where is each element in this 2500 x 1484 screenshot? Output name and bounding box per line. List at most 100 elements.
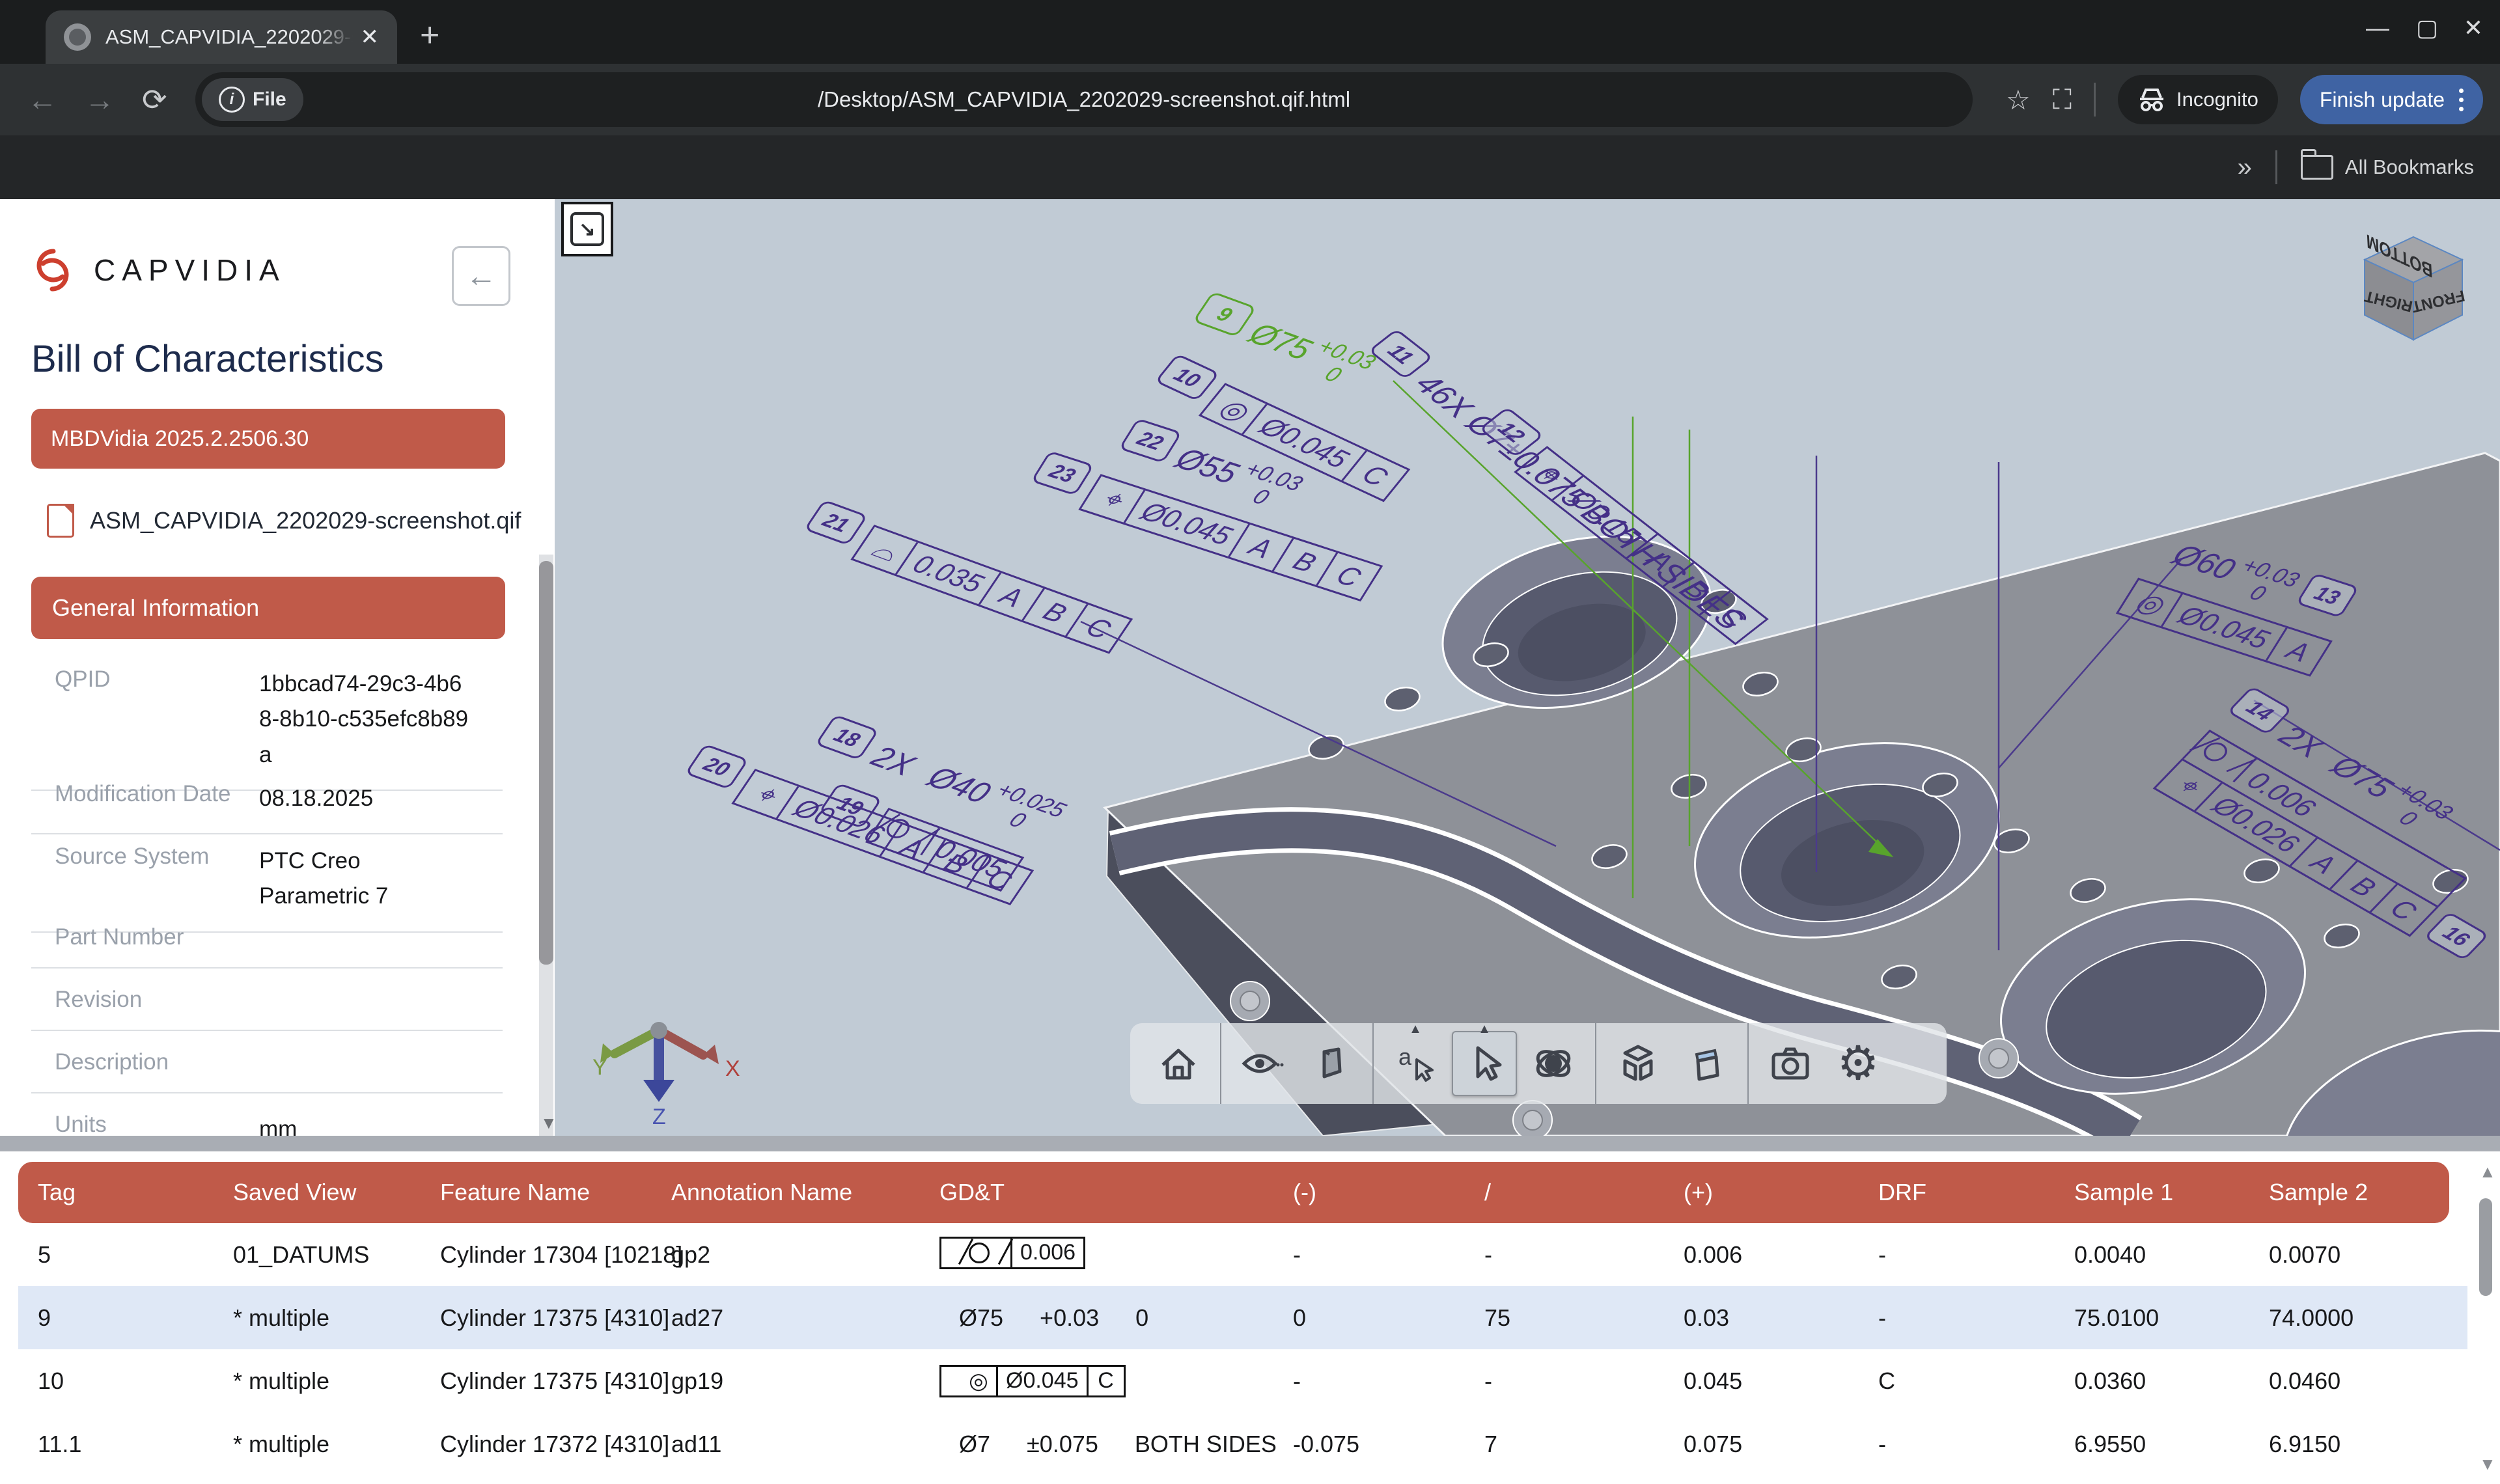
col-header-gdt[interactable]: GD&T	[920, 1179, 1273, 1206]
address-bar[interactable]: i File /Desktop/ASM_CAPVIDIA_2202029-scr…	[195, 72, 1973, 127]
col-header-saved-view[interactable]: Saved View	[214, 1179, 421, 1206]
general-information-header[interactable]: General Information	[31, 577, 505, 639]
home-view-button[interactable]	[1147, 1032, 1210, 1095]
orbit-button[interactable]	[1522, 1032, 1585, 1095]
select-cursor-icon	[1464, 1043, 1505, 1084]
new-tab-button[interactable]: +	[420, 18, 439, 52]
bookmarks-divider	[2275, 150, 2277, 184]
col-header-sample1[interactable]: Sample 1	[2055, 1179, 2249, 1206]
field-value	[259, 1032, 503, 1092]
table-vertical-scrollbar[interactable]: ▲ ▼	[2477, 1162, 2496, 1474]
col-header-tag[interactable]: Tag	[18, 1179, 214, 1206]
table-row[interactable]: 11.1 * multiple Cylinder 17372 [4310] ad…	[18, 1412, 2467, 1476]
browser-tabstrip: ASM_CAPVIDIA_2202029-scree ✕ + — ▢ ✕	[0, 0, 2500, 64]
render-mode-button[interactable]	[1299, 1032, 1362, 1095]
info-icon: i	[219, 87, 245, 113]
col-header-plus[interactable]: (+)	[1664, 1179, 1859, 1206]
select-cursor-button[interactable]: ▲	[1452, 1031, 1517, 1096]
tab-favicon-globe-icon	[64, 23, 91, 51]
brand-name: CAPVIDIA	[94, 253, 286, 288]
folder-icon	[2301, 155, 2333, 180]
table-row[interactable]: 5 01_DATUMS Cylinder 17304 [10218] gp2 0…	[18, 1223, 2467, 1287]
col-header-minus[interactable]: (-)	[1273, 1179, 1465, 1206]
field-value	[259, 907, 503, 967]
orbit-icon	[1531, 1043, 1576, 1084]
back-button-icon[interactable]: ←	[27, 82, 57, 117]
table-header-row: Tag Saved View Feature Name Annotation N…	[18, 1162, 2449, 1223]
resize-arrow-icon: ↘	[570, 212, 604, 246]
reload-button-icon[interactable]: ⟳	[142, 82, 167, 117]
gear-icon: ⚙	[1837, 1040, 1880, 1087]
incognito-badge: Incognito	[2118, 75, 2278, 124]
bookmarks-bar: » All Bookmarks	[0, 135, 2500, 199]
col-header-annotation-name[interactable]: Annotation Name	[652, 1179, 920, 1206]
browser-menu-kebab-icon[interactable]	[2459, 89, 2464, 111]
file-scheme-chip[interactable]: i File	[202, 78, 303, 121]
sidebar-collapse-button[interactable]: ←	[452, 246, 510, 306]
axis-z-label: Z	[652, 1105, 666, 1127]
table-row[interactable]: 10 * multiple Cylinder 17375 [4310] gp19…	[18, 1349, 2467, 1414]
scroll-down-arrow-icon[interactable]: ▼	[2479, 1454, 2496, 1474]
bookmark-star-icon[interactable]: ☆	[2006, 84, 2031, 116]
select-annotation-button[interactable]: ▲ a	[1384, 1032, 1447, 1095]
col-header-sample2[interactable]: Sample 2	[2249, 1179, 2434, 1206]
scroll-up-arrow-icon[interactable]: ▲	[2479, 1162, 2496, 1182]
col-header-slash[interactable]: /	[1465, 1179, 1664, 1206]
viewer-toolbar: ▲ a ▲	[1130, 1023, 1947, 1104]
browser-toolbar: ← → ⟳ i File /Desktop/ASM_CAPVIDIA_22020…	[0, 64, 2500, 135]
info-row-part-number: Part Number	[31, 907, 503, 969]
browser-tab[interactable]: ASM_CAPVIDIA_2202029-scree ✕	[46, 10, 397, 64]
forward-button-icon[interactable]: →	[85, 82, 115, 117]
exploded-view-button[interactable]	[1607, 1032, 1669, 1095]
toolbar-divider	[2094, 83, 2096, 117]
table-row-selected[interactable]: 9 * multiple Cylinder 17375 [4310] ad27 …	[18, 1286, 2467, 1351]
field-label: Revision	[31, 970, 259, 1030]
table-horizontal-scrollbar[interactable]	[0, 1136, 2500, 1151]
finish-update-button[interactable]: Finish update	[2300, 75, 2483, 124]
qif-file-link[interactable]: ASM_CAPVIDIA_2202029-screenshot.qif	[47, 504, 521, 538]
fullscreen-button[interactable]: ↘	[561, 202, 613, 256]
sidebar-scrollbar-thumb[interactable]	[539, 561, 553, 965]
view-cube[interactable]: BOTTOM RIGHT FRONT	[2352, 230, 2475, 354]
field-label: Modification Date	[31, 764, 259, 833]
info-row-description: Description	[31, 1032, 503, 1093]
screenshot-button[interactable]	[1759, 1032, 1822, 1095]
sidebar: CAPVIDIA ← Bill of Characteristics MBDVi…	[0, 199, 555, 1136]
sidebar-scrollbar[interactable]: ▼	[539, 555, 553, 1136]
incognito-icon	[2137, 87, 2166, 112]
document-icon	[47, 504, 74, 538]
field-value: 08.18.2025	[259, 764, 503, 833]
window-close-button[interactable]: ✕	[2464, 14, 2483, 42]
axis-x-label: X	[725, 1056, 740, 1081]
window-maximize-button[interactable]: ▢	[2416, 14, 2438, 42]
incognito-label: Incognito	[2176, 88, 2258, 111]
col-header-feature-name[interactable]: Feature Name	[421, 1179, 652, 1206]
solid-view-icon	[1310, 1043, 1352, 1084]
3d-viewport[interactable]: ↘ 9 Ø75 +0.030 10 ◎Ø0.045C 22 Ø55 +0.030…	[555, 199, 2500, 1136]
capvidia-logo: CAPVIDIA	[29, 242, 286, 298]
characteristics-table: Tag Saved View Feature Name Annotation N…	[0, 1136, 2500, 1484]
info-row-revision: Revision	[31, 970, 503, 1031]
back-arrow-icon: ←	[465, 258, 497, 294]
eye-icon	[1240, 1043, 1286, 1084]
side-panel-icon[interactable]: ⛶	[2053, 84, 2072, 116]
section-view-button[interactable]	[1674, 1032, 1737, 1095]
window-minimize-button[interactable]: —	[2366, 14, 2389, 42]
url-text: /Desktop/ASM_CAPVIDIA_2202029-screenshot…	[195, 87, 1973, 112]
file-chip-label: File	[253, 89, 286, 111]
dropdown-caret-icon: ▲	[1478, 1022, 1491, 1037]
bookmarks-overflow-chevron[interactable]: »	[2238, 153, 2252, 182]
field-label: Part Number	[31, 907, 259, 967]
qif-file-name: ASM_CAPVIDIA_2202029-screenshot.qif	[90, 507, 521, 534]
field-value	[259, 970, 503, 1030]
table-scrollbar-thumb[interactable]	[2479, 1198, 2492, 1296]
application-window: ASM_CAPVIDIA_2202029-scree ✕ + — ▢ ✕ ← →…	[0, 0, 2500, 1484]
concentricity-icon: ◎	[961, 1367, 998, 1395]
col-header-drf[interactable]: DRF	[1859, 1179, 2055, 1206]
settings-button[interactable]: ⚙	[1827, 1032, 1889, 1095]
tab-close-icon[interactable]: ✕	[361, 26, 380, 48]
tab-title: ASM_CAPVIDIA_2202029-scree	[105, 25, 353, 49]
svg-text:a: a	[1398, 1043, 1412, 1070]
visibility-button[interactable]	[1232, 1032, 1294, 1095]
all-bookmarks-button[interactable]: All Bookmarks	[2301, 155, 2474, 180]
